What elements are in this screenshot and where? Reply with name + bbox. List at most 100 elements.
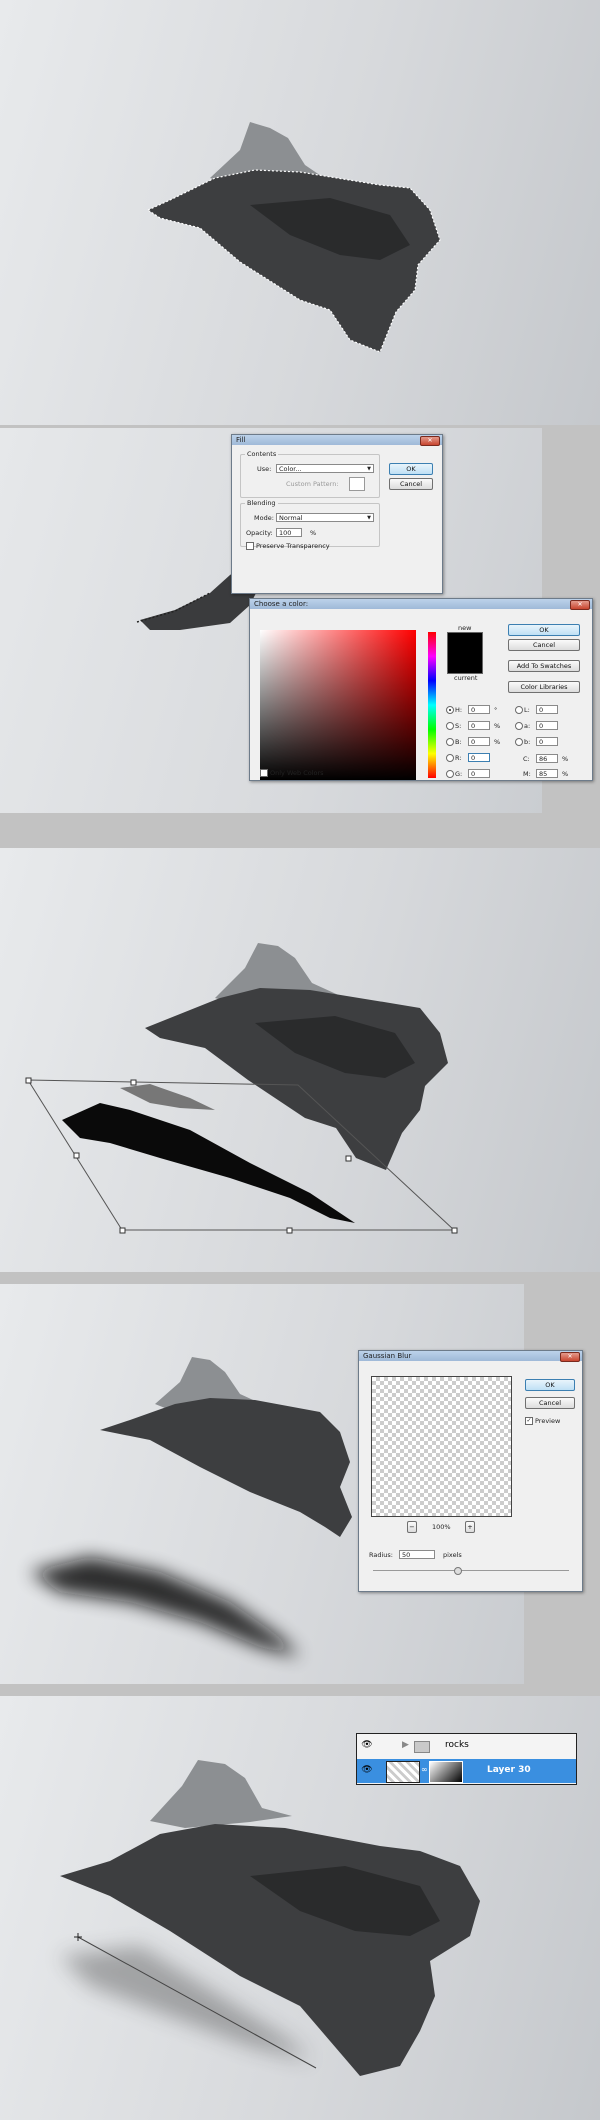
radius-slider-handle[interactable] bbox=[454, 1567, 462, 1575]
opacity-input[interactable]: 100 bbox=[276, 528, 302, 537]
rock-illustration-3 bbox=[25, 943, 458, 1234]
eye-icon[interactable]: 👁 bbox=[360, 1740, 374, 1750]
add-to-swatches-button[interactable]: Add To Swatches bbox=[508, 660, 580, 672]
radius-slider-track[interactable] bbox=[373, 1570, 569, 1571]
preserve-transparency-checkbox[interactable] bbox=[246, 542, 254, 550]
cancel-button[interactable]: Cancel bbox=[389, 478, 433, 490]
c-unit: % bbox=[562, 755, 569, 763]
g-radio[interactable] bbox=[446, 770, 454, 778]
color-picker-title: Choose a color: bbox=[254, 600, 309, 608]
chevron-down-icon: ▼ bbox=[367, 466, 371, 472]
l-label: L: bbox=[524, 706, 530, 714]
current-label: current bbox=[454, 674, 478, 682]
a-input[interactable]: 0 bbox=[536, 721, 558, 730]
h-input[interactable]: 0 bbox=[468, 705, 490, 714]
b-unit: % bbox=[494, 738, 501, 746]
color-picker-dialog: Choose a color: ✕ new current OK Cancel A… bbox=[249, 598, 593, 781]
l-radio[interactable] bbox=[515, 706, 523, 714]
fill-title-bar[interactable]: Fill ✕ bbox=[232, 435, 442, 446]
custom-pattern-label: Custom Pattern: bbox=[286, 480, 339, 488]
zoom-in-button[interactable]: + bbox=[465, 1521, 475, 1533]
cancel-button[interactable]: Cancel bbox=[525, 1397, 575, 1409]
fill-title: Fill bbox=[236, 436, 246, 444]
b-radio[interactable] bbox=[446, 738, 454, 746]
a-label: a: bbox=[524, 722, 531, 730]
gaussian-blur-title-bar[interactable]: Gaussian Blur ✕ bbox=[359, 1351, 582, 1362]
b-label: B: bbox=[455, 738, 462, 746]
m-unit: % bbox=[562, 770, 569, 778]
step-3-transform-canvas bbox=[0, 848, 600, 1272]
new-label: new bbox=[458, 624, 472, 632]
s-radio[interactable] bbox=[446, 722, 454, 730]
r-radio[interactable] bbox=[446, 754, 454, 762]
s-input[interactable]: 0 bbox=[468, 721, 490, 730]
layer-thumbnail bbox=[386, 1761, 420, 1783]
cancel-button[interactable]: Cancel bbox=[508, 639, 580, 651]
r-label: R: bbox=[455, 754, 462, 762]
ok-button[interactable]: OK bbox=[508, 624, 580, 636]
preview-area bbox=[371, 1376, 512, 1517]
layers-panel: 👁 ▶ rocks 👁 ∞ Layer 30 bbox=[356, 1733, 577, 1785]
only-web-colors-checkbox[interactable] bbox=[260, 769, 268, 777]
step-2-fill-canvas: Fill ✕ Contents Use: Color... ▼ Custom Pat… bbox=[0, 425, 600, 848]
blending-group: Blending bbox=[240, 499, 380, 547]
layer-mask-thumbnail[interactable] bbox=[429, 1761, 463, 1783]
ok-button[interactable]: OK bbox=[389, 463, 433, 475]
layer-group-name: rocks bbox=[445, 1740, 469, 1750]
r-input[interactable]: 0 bbox=[468, 753, 490, 762]
radius-label: Radius: bbox=[369, 1551, 393, 1559]
m-input[interactable]: 85 bbox=[536, 769, 558, 778]
fill-dialog: Fill ✕ Contents Use: Color... ▼ Custom Pat… bbox=[231, 434, 443, 594]
lab-b-label: b: bbox=[524, 738, 531, 746]
lab-b-radio[interactable] bbox=[515, 738, 523, 746]
hue-slider[interactable] bbox=[428, 632, 436, 778]
contents-group-label: Contents bbox=[245, 450, 279, 458]
radius-input[interactable]: 50 bbox=[399, 1550, 435, 1559]
g-label: G: bbox=[455, 770, 463, 778]
opacity-label: Opacity: bbox=[246, 529, 273, 537]
preview-checkbox[interactable]: ✓ bbox=[525, 1417, 533, 1425]
color-picker-title-bar[interactable]: Choose a color: ✕ bbox=[250, 599, 592, 610]
blending-group-label: Blending bbox=[245, 499, 278, 507]
mode-label: Mode: bbox=[254, 514, 274, 522]
g-input[interactable]: 0 bbox=[468, 769, 490, 778]
mode-select[interactable]: Normal ▼ bbox=[276, 513, 374, 522]
link-icon[interactable]: ∞ bbox=[421, 1765, 428, 1774]
h-label: H: bbox=[455, 706, 463, 714]
b-input[interactable]: 0 bbox=[468, 737, 490, 746]
step-1-selection-canvas bbox=[0, 0, 600, 425]
layer-name: Layer 30 bbox=[487, 1765, 531, 1775]
preview-label: Preview bbox=[535, 1417, 561, 1425]
h-radio[interactable] bbox=[446, 706, 454, 714]
color-libraries-button[interactable]: Color Libraries bbox=[508, 681, 580, 693]
close-icon[interactable]: ✕ bbox=[570, 600, 590, 610]
use-select-value: Color... bbox=[279, 465, 302, 473]
h-unit: ° bbox=[494, 706, 498, 714]
contents-group: Contents bbox=[240, 450, 380, 498]
folder-icon bbox=[414, 1741, 430, 1753]
lab-b-input[interactable]: 0 bbox=[536, 737, 558, 746]
use-select[interactable]: Color... ▼ bbox=[276, 464, 374, 473]
l-input[interactable]: 0 bbox=[536, 705, 558, 714]
c-input[interactable]: 86 bbox=[536, 754, 558, 763]
close-icon[interactable]: ✕ bbox=[420, 436, 440, 446]
eye-icon[interactable]: 👁 bbox=[360, 1765, 374, 1775]
pattern-swatch[interactable] bbox=[349, 477, 365, 491]
m-label: M: bbox=[523, 770, 531, 778]
close-icon[interactable]: ✕ bbox=[560, 1352, 580, 1362]
ok-button[interactable]: OK bbox=[525, 1379, 575, 1391]
color-field[interactable] bbox=[260, 630, 416, 780]
radius-unit: pixels bbox=[443, 1551, 462, 1559]
step-4-blur-canvas: Gaussian Blur ✕ − 100% + OK Cancel ✓ Prev… bbox=[0, 1272, 600, 1696]
a-radio[interactable] bbox=[515, 722, 523, 730]
use-label: Use: bbox=[257, 465, 272, 473]
s-unit: % bbox=[494, 722, 501, 730]
layer-row-layer-30[interactable]: 👁 ∞ Layer 30 bbox=[357, 1759, 576, 1783]
chevron-down-icon: ▼ bbox=[367, 515, 371, 521]
rock-illustration-1 bbox=[147, 122, 441, 353]
zoom-out-button[interactable]: − bbox=[407, 1521, 417, 1533]
new-color-swatch bbox=[447, 632, 483, 674]
opacity-unit: % bbox=[310, 529, 317, 537]
chevron-right-icon[interactable]: ▶ bbox=[402, 1740, 409, 1750]
layer-row-rocks[interactable]: 👁 ▶ rocks bbox=[357, 1734, 576, 1758]
